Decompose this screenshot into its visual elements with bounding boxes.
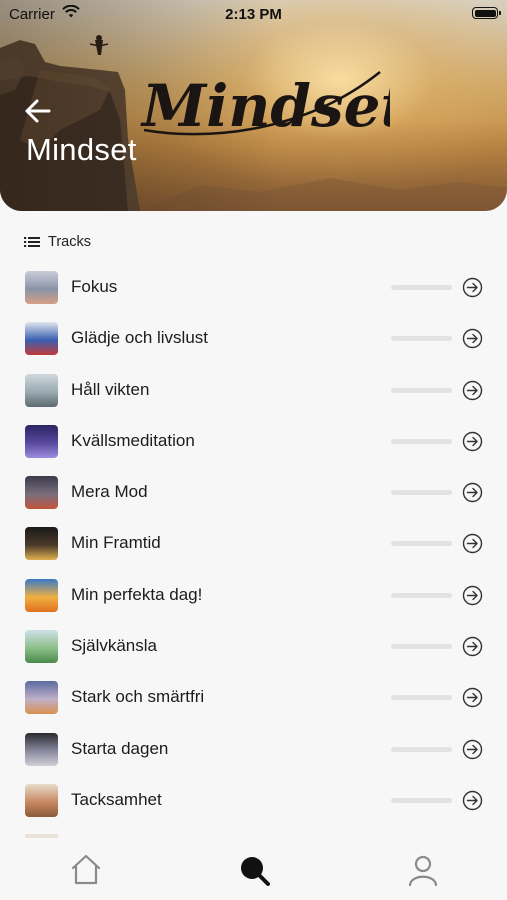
track-title: Glädje och livslust <box>71 328 209 348</box>
arrow-circle-right-icon[interactable] <box>462 277 483 298</box>
track-progress-bar <box>391 387 452 393</box>
arrow-circle-right-icon[interactable] <box>462 739 483 760</box>
track-title: Tacksamhet <box>71 789 162 809</box>
track-progress-bar <box>391 746 452 752</box>
track-progress-bar <box>391 695 452 701</box>
track-row[interactable]: Kvällsmeditation <box>0 416 507 467</box>
track-row[interactable]: Fokus <box>0 262 507 313</box>
track-progress-bar <box>391 797 452 803</box>
track-list: Fokus Glädje och livslust Håll vikten Kväll… <box>0 262 507 826</box>
arrow-circle-right-icon[interactable] <box>462 431 483 452</box>
track-thumbnail <box>25 732 58 766</box>
track-title: Mera Mod <box>71 482 148 502</box>
list-icon <box>24 237 40 247</box>
arrow-circle-right-icon[interactable] <box>462 328 483 349</box>
track-row[interactable]: Tacksamhet <box>0 775 507 826</box>
search-icon[interactable] <box>234 850 274 890</box>
track-thumbnail <box>25 630 58 664</box>
banner-script-text: Mindset <box>140 72 390 140</box>
track-progress-bar <box>391 438 452 444</box>
profile-icon[interactable] <box>403 850 443 890</box>
clock: 2:13 PM <box>225 6 282 23</box>
track-title: Kvällsmeditation <box>71 430 195 450</box>
arrow-circle-right-icon[interactable] <box>462 380 483 401</box>
track-title: Självkänsla <box>71 636 157 656</box>
arrow-circle-right-icon[interactable] <box>462 636 483 657</box>
arrow-circle-right-icon[interactable] <box>462 585 483 606</box>
track-progress-bar <box>391 644 452 650</box>
tab-bar <box>0 838 507 900</box>
battery-icon <box>472 7 501 19</box>
track-progress-bar <box>391 541 452 547</box>
arrow-circle-right-icon[interactable] <box>462 687 483 708</box>
track-progress-bar <box>391 285 452 290</box>
arrow-circle-right-icon[interactable] <box>462 533 483 554</box>
track-row[interactable]: Stark och smärtfri <box>0 672 507 723</box>
track-thumbnail <box>25 271 58 304</box>
track-thumbnail <box>25 527 58 561</box>
track-thumbnail <box>25 322 58 356</box>
track-row[interactable]: Mera Mod <box>0 467 507 518</box>
track-row[interactable]: Min Framtid <box>0 518 507 569</box>
home-icon[interactable] <box>66 850 106 890</box>
track-title: Min Framtid <box>71 533 161 553</box>
track-thumbnail <box>25 373 58 407</box>
track-title: Starta dagen <box>71 738 169 758</box>
track-row[interactable]: Glädje och livslust <box>0 313 507 364</box>
track-thumbnail <box>25 783 58 817</box>
status-bar: Carrier 2:13 PM <box>0 0 507 28</box>
track-thumbnail <box>25 476 58 510</box>
track-row[interactable]: Självkänsla <box>0 621 507 672</box>
track-progress-bar <box>391 592 452 598</box>
track-thumbnail <box>25 578 58 612</box>
section-label: Tracks <box>48 234 91 250</box>
track-thumbnail <box>25 681 58 715</box>
track-row[interactable]: Håll vikten <box>0 365 507 416</box>
track-progress-bar <box>391 490 452 496</box>
mindset-script-logo: Mindset <box>140 71 390 140</box>
track-title: Min perfekta dag! <box>71 584 203 604</box>
arrow-circle-right-icon[interactable] <box>462 790 483 811</box>
arrow-circle-right-icon[interactable] <box>462 482 483 503</box>
track-progress-bar <box>391 336 452 342</box>
track-title: Håll vikten <box>71 379 150 399</box>
track-row[interactable]: Min perfekta dag! <box>0 570 507 621</box>
header-banner: Mindset Carrier 2:13 PM Mindset <box>0 0 507 211</box>
track-row[interactable]: Starta dagen <box>0 724 507 775</box>
tracks-section-header: Tracks <box>24 234 91 250</box>
track-title: Stark och smärtfri <box>71 687 205 707</box>
page-title: Mindset <box>26 132 137 167</box>
track-thumbnail <box>25 424 58 458</box>
back-arrow-icon[interactable] <box>24 97 52 125</box>
track-title: Fokus <box>71 277 118 296</box>
